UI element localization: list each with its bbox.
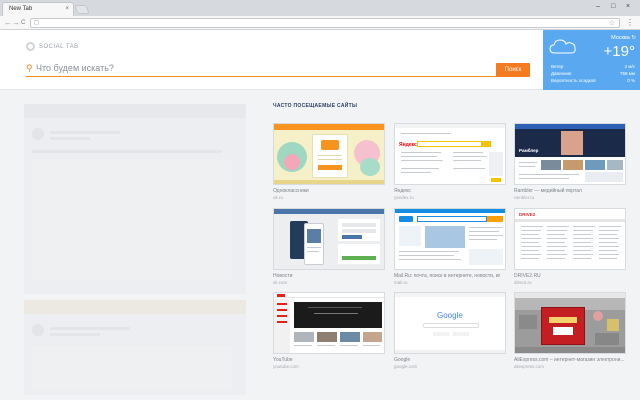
feed-image <box>32 346 232 391</box>
feed-card[interactable] <box>24 300 246 395</box>
drive2-logo: DRIVE2 <box>519 212 536 217</box>
weather-widget[interactable]: Москва ↻ +19° Ветер 2 м/с Давление 759 м… <box>543 30 640 90</box>
feed-text-line <box>50 327 130 330</box>
weather-row-value: 759 мм <box>620 71 635 76</box>
omnibox[interactable]: ◻ ☆ <box>30 18 620 28</box>
weather-row-value: 0 % <box>627 78 635 83</box>
yandex-logo: Яндекс <box>399 142 417 148</box>
news-feed <box>24 104 246 400</box>
close-tab-icon[interactable]: × <box>65 3 69 16</box>
logo-text: SOCIAL TAB <box>39 43 79 50</box>
tile-google[interactable]: Google Google google.com <box>394 292 506 369</box>
feed-text-line <box>50 131 120 134</box>
tile-title: Mail.Ru: почта, поиск в интернете, новос… <box>394 273 501 279</box>
tile-youtube[interactable]: YouTube youtube.com <box>273 292 385 369</box>
tile-title: Rambler — медийный портал <box>514 188 582 194</box>
weather-row-label: Вероятность осадков <box>551 78 596 83</box>
site-thumbnail: Яндекс <box>394 123 506 185</box>
site-thumbnail <box>273 292 385 354</box>
tile-url: ok.ru <box>273 195 284 200</box>
feed-card[interactable] <box>24 104 246 294</box>
site-thumbnail: Google <box>394 292 506 354</box>
tile-title: YouTube <box>273 357 293 363</box>
tile-mailru[interactable]: Mail.Ru: почта, поиск в интернете, новос… <box>394 208 506 285</box>
logo[interactable]: SOCIAL TAB <box>26 42 79 51</box>
tile-url: aliexpress.com <box>514 364 545 369</box>
site-thumbnail <box>514 292 626 354</box>
site-thumbnail <box>394 208 506 270</box>
tile-title: Одноклассники <box>273 188 309 194</box>
tile-title: Google <box>394 357 411 363</box>
bookmark-star-icon[interactable]: ☆ <box>609 19 615 28</box>
browser-tab-bar: New Tab × – □ × <box>0 0 640 16</box>
tile-rambler[interactable]: Рамблер Rambler — медийный портал ramble… <box>514 123 626 200</box>
site-thumbnail <box>273 208 385 270</box>
tile-url: youtube.com <box>273 364 299 369</box>
weather-city[interactable]: Москва ↻ <box>611 35 636 41</box>
refresh-icon[interactable]: ↻ <box>631 35 636 41</box>
forward-icon[interactable]: → <box>12 17 20 29</box>
cloud-icon <box>549 39 576 54</box>
maximize-icon[interactable]: □ <box>611 2 615 12</box>
address-bar: ← → C ◻ ☆ ⋮ <box>0 16 640 30</box>
rambler-logo: Рамблер <box>519 148 539 153</box>
tile-title: Яндекс <box>394 188 411 194</box>
most-visited-title: ЧАСТО ПОСЕЩАЕМЫЕ САЙТЫ <box>273 103 358 109</box>
tile-yandex[interactable]: Яндекс Яндекс yandex.ru <box>394 123 506 200</box>
avatar <box>32 128 44 140</box>
search-icon: ⚲ <box>26 63 33 73</box>
tile-odnoklassniki[interactable]: Одноклассники ok.ru <box>273 123 385 200</box>
site-thumbnail: Рамблер <box>514 123 626 185</box>
minimize-icon[interactable]: – <box>596 2 600 12</box>
tile-url: google.com <box>394 364 418 369</box>
site-thumbnail: DRIVE2 <box>514 208 626 270</box>
feed-card-header <box>24 104 246 118</box>
weather-temperature: +19° <box>603 43 635 60</box>
page-icon: ◻ <box>34 20 39 26</box>
weather-row: Вероятность осадков 0 % <box>551 78 635 83</box>
logo-mark-icon <box>26 42 35 51</box>
tile-title: DRIVE2.RU <box>514 273 541 279</box>
weather-row-label: Давление <box>551 71 572 76</box>
tab-title: New Tab <box>9 6 33 12</box>
tile-aliexpress[interactable]: AliExpress.com – интернет-магазин электр… <box>514 292 626 369</box>
feed-image <box>32 160 232 280</box>
search-box: ⚲ <box>26 61 518 77</box>
tile-url: vk.com <box>273 280 288 285</box>
search-button[interactable]: Поиск <box>496 63 530 77</box>
weather-row-value: 2 м/с <box>624 64 635 69</box>
tile-title: Новости <box>273 273 293 279</box>
google-logo: Google <box>437 311 463 320</box>
weather-city-label: Москва <box>611 35 630 41</box>
feed-text-line <box>50 333 100 336</box>
weather-row: Давление 759 мм <box>551 71 635 76</box>
tile-url: yandex.ru <box>394 195 414 200</box>
tile-url: mail.ru <box>394 280 408 285</box>
tab-new-tab[interactable]: New Tab × <box>2 2 74 16</box>
feed-card-header <box>24 300 246 314</box>
site-thumbnail <box>273 123 385 185</box>
feed-text-line <box>50 137 90 140</box>
weather-row-label: Ветер <box>551 64 564 69</box>
close-window-icon[interactable]: × <box>626 2 630 12</box>
tile-title: AliExpress.com – интернет-магазин электр… <box>514 357 625 363</box>
back-icon[interactable]: ← <box>4 17 12 29</box>
reload-icon[interactable]: C <box>21 17 25 29</box>
avatar <box>32 324 44 336</box>
tile-drive2[interactable]: DRIVE2 DRIVE2.RU drive2.ru <box>514 208 626 285</box>
tile-url: rambler.ru <box>514 195 535 200</box>
weather-row: Ветер 2 м/с <box>551 64 635 69</box>
browser-menu-icon[interactable]: ⋮ <box>626 18 634 28</box>
tile-url: drive2.ru <box>514 280 532 285</box>
new-tab-button[interactable] <box>74 5 90 14</box>
search-input[interactable] <box>36 61 486 75</box>
tile-vk[interactable]: Новости vk.com <box>273 208 385 285</box>
feed-text-line <box>32 150 222 153</box>
